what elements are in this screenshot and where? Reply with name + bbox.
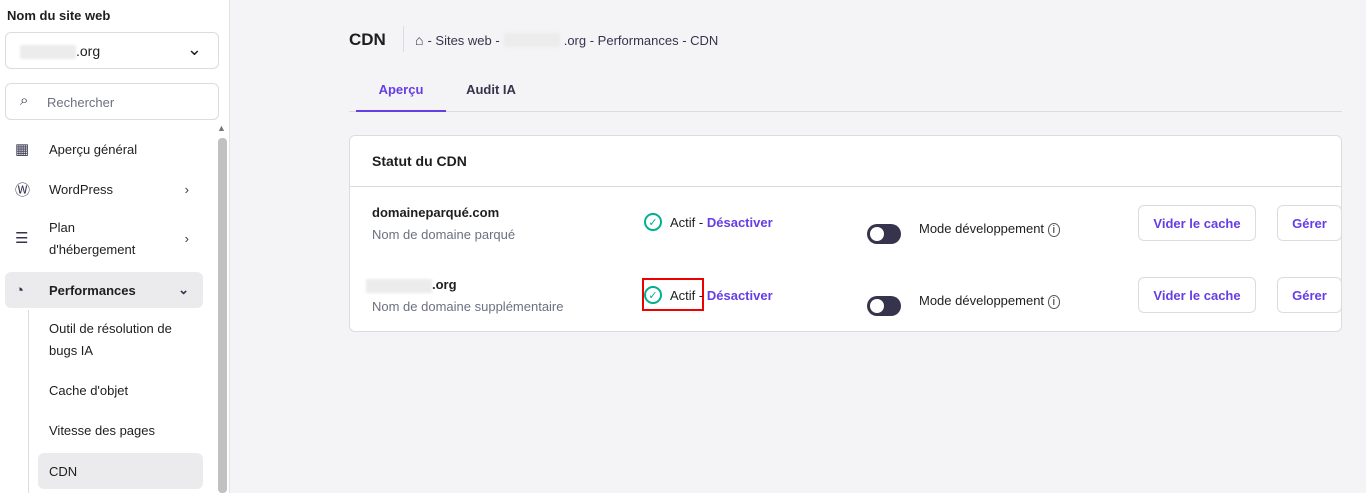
sidebar-subitem-bug-tool[interactable]: Outil de résolution de bugs IA [49, 318, 179, 362]
check-circle-icon: ✓ [644, 213, 662, 231]
sidebar-item-label: Plan d'hébergement [49, 220, 136, 257]
chevron-right-icon: › [184, 181, 189, 197]
domain-name: domaineparqué.com [372, 205, 500, 220]
domain-type: Nom de domaine parqué [372, 227, 516, 242]
sidebar-subitem-cdn[interactable]: CDN [38, 453, 203, 489]
server-icon: ☰ [15, 230, 29, 247]
blurred-domain [503, 33, 560, 47]
cdn-status-card: Statut du CDN domaineparqué.com Nom de d… [349, 135, 1342, 332]
status-text: Actif [670, 214, 696, 230]
card-title: Statut du CDN [372, 153, 467, 169]
tree-line [28, 310, 29, 493]
home-icon[interactable]: ⌂ [415, 32, 423, 48]
sidebar-item-wordpress[interactable]: Ⓦ WordPress › [5, 178, 203, 200]
info-icon[interactable]: i [1047, 295, 1061, 309]
tab-audit-ia[interactable]: Audit IA [456, 82, 526, 97]
site-select[interactable]: .org ⌄ [5, 32, 219, 69]
manage-button[interactable]: Gérer [1277, 277, 1342, 313]
sidebar-item-label: Aperçu général [49, 141, 138, 157]
sidebar-item-performances[interactable]: ◔ Performances ⌄ [5, 272, 203, 308]
chevron-down-icon: ⌄ [178, 282, 189, 297]
dev-mode-label: Mode développement [919, 293, 1045, 308]
info-icon[interactable]: i [1047, 223, 1061, 237]
blurred-domain [366, 278, 432, 293]
domain-name: .org [432, 277, 457, 292]
breadcrumb-rest: .org - Performances - CDN [563, 32, 719, 48]
sidebar-subitem-object-cache[interactable]: Cache d'objet [49, 380, 128, 402]
pie-chart-icon: ◔ [15, 281, 25, 299]
search-input[interactable]: ⌕ Rechercher [5, 83, 219, 120]
deactivate-link[interactable]: Désactiver [707, 215, 773, 230]
scrollbar[interactable] [218, 138, 227, 493]
site-name: .org [76, 43, 101, 59]
sidebar-item-overview[interactable]: ▦ Aperçu général [5, 138, 203, 160]
sidebar-item-label: CDN [49, 464, 78, 479]
divider [350, 186, 1341, 187]
sidebar-item-label: Performances [49, 282, 136, 298]
site-label: Nom du site web [7, 8, 111, 23]
chevron-right-icon: › [184, 231, 189, 246]
check-circle-icon: ✓ [644, 286, 662, 304]
dev-mode-label: Mode développement [919, 221, 1045, 236]
clear-cache-button[interactable]: Vider le cache [1138, 205, 1256, 241]
page-title: CDN [349, 30, 386, 49]
manage-button[interactable]: Gérer [1277, 205, 1342, 241]
grid-icon: ▦ [15, 141, 30, 158]
dev-mode-toggle[interactable] [867, 296, 901, 316]
scroll-up-arrow[interactable]: ▲ [217, 123, 226, 133]
chevron-down-icon: ⌄ [186, 39, 202, 59]
sidebar: Nom du site web .org ⌄ ⌕ Rechercher ▦ Ape… [0, 0, 230, 493]
tab-apercu[interactable]: Aperçu [356, 71, 446, 112]
sidebar-subitem-page-speed[interactable]: Vitesse des pages [49, 420, 155, 442]
dev-mode-toggle[interactable] [867, 224, 901, 244]
deactivate-link[interactable]: Désactiver [707, 288, 773, 303]
clear-cache-button[interactable]: Vider le cache [1138, 277, 1256, 313]
main: CDN ⌂ - Sites web - .org - Performances … [231, 0, 1366, 493]
tab-label: Audit IA [466, 82, 516, 97]
status-text: Actif [670, 287, 696, 303]
tab-label: Aperçu [378, 82, 424, 97]
breadcrumb: ⌂ - Sites web - .org - Performances - CD… [415, 32, 718, 48]
search-icon: ⌕ [20, 92, 29, 109]
search-placeholder: Rechercher [47, 95, 115, 110]
divider [403, 26, 404, 52]
wordpress-icon: Ⓦ [15, 181, 31, 199]
domain-type: Nom de domaine supplémentaire [372, 299, 564, 314]
tabs-divider [349, 111, 1342, 112]
breadcrumb-sites[interactable]: - Sites web - [427, 33, 499, 48]
sidebar-item-hosting[interactable]: ☰ Plan d'hébergement › [5, 217, 203, 261]
sidebar-item-label: WordPress [49, 181, 114, 197]
